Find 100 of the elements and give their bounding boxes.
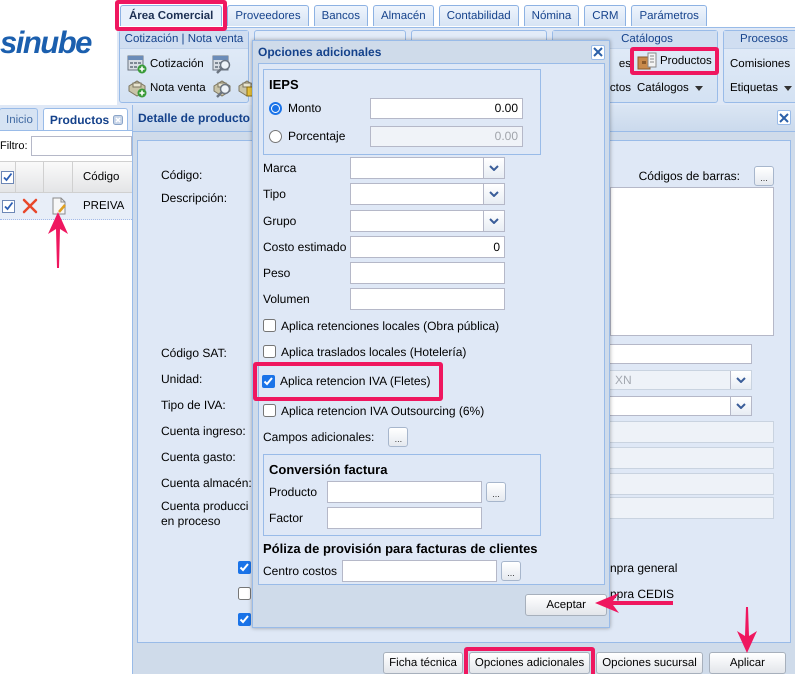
ribbon-button[interactable]: Cotización (125, 54, 206, 74)
menu-tab[interactable]: Almacén (372, 5, 434, 26)
filter-label: Filtro: (0, 140, 28, 152)
caret-icon (694, 86, 703, 90)
input-field[interactable] (342, 560, 497, 582)
input-field[interactable] (350, 288, 505, 310)
field-label: Marca (263, 161, 298, 176)
checkbox-label: Aplica traslados locales (Hotelería) (281, 344, 466, 359)
ellipsis-button[interactable]: ... (388, 426, 408, 447)
input-field[interactable]: 0.00 (370, 98, 523, 118)
ribbon-button[interactable]: Catálogos (635, 82, 705, 94)
checkbox[interactable] (263, 345, 276, 358)
menu-tab[interactable]: Bancos (314, 5, 368, 26)
field-label: Código: (161, 168, 204, 183)
checkbox-label: npra general (610, 560, 678, 574)
checkbox-label: Aplica retencion IVA (Fletes) (280, 374, 431, 388)
field-label: Descripción: (161, 190, 228, 206)
calculator-search-icon[interactable] (212, 54, 232, 74)
dropdown-field[interactable] (350, 210, 505, 232)
dropdown-field[interactable] (350, 183, 505, 206)
field-label: Producto (269, 484, 318, 498)
grid-row[interactable]: PREIVA (0, 193, 132, 220)
ellipsis-button[interactable]: ... (486, 482, 506, 502)
logo: sinube (0, 25, 91, 61)
group-title: Procesos (724, 31, 795, 49)
radio-button[interactable] (269, 130, 282, 142)
close-icon (593, 47, 603, 57)
field-label: Tipo (263, 187, 287, 202)
box-icon (637, 52, 657, 70)
action-button[interactable]: Opciones sucursal (596, 652, 703, 674)
radio-label: Monto (288, 101, 322, 115)
field-label: Tipo de IVA: (161, 398, 227, 413)
caret-icon (784, 86, 792, 90)
field-label: Código SAT: (161, 346, 228, 361)
checkbox[interactable] (263, 404, 276, 418)
ribbon-button[interactable]: Etiquetas (728, 82, 794, 94)
menu-tab[interactable]: Área Comercial (120, 5, 222, 26)
menu-tab[interactable]: Parámetros (631, 5, 707, 26)
ribbon-button[interactable]: Comisiones (728, 58, 792, 70)
checkbox[interactable] (263, 319, 276, 332)
field-label: Cuenta almacén: (161, 476, 253, 491)
checkbox[interactable] (1, 170, 14, 184)
field-label: Unidad: (161, 372, 204, 387)
input-field[interactable]: 0 (350, 236, 505, 258)
ellipsis-button[interactable]: ... (501, 561, 521, 582)
field-label: Volumen (263, 292, 311, 306)
delete-icon[interactable] (22, 198, 38, 214)
ribbon-button[interactable]: ctos (610, 82, 631, 94)
field-label: Campos adicionales: (263, 430, 374, 444)
input-field[interactable] (327, 506, 482, 528)
close-button[interactable] (777, 110, 791, 126)
field-label: Cuenta gasto: (161, 450, 237, 465)
dropdown-field[interactable] (350, 157, 505, 180)
radio-button[interactable] (269, 102, 282, 114)
panel-tab[interactable]: Productos (42, 108, 128, 130)
input-field[interactable] (327, 480, 482, 502)
checkbox[interactable] (238, 587, 251, 600)
field-label: Peso (263, 266, 292, 280)
menu-tab[interactable]: Nómina (524, 5, 580, 26)
close-icon (779, 112, 789, 123)
ribbon-button[interactable]: Productos (635, 52, 714, 70)
dialog-title: Opciones adicionales (258, 45, 382, 59)
menu-tab[interactable]: Contabilidad (438, 5, 519, 26)
checkbox[interactable] (2, 200, 14, 212)
filter-field[interactable] (30, 136, 132, 156)
checkbox[interactable] (238, 613, 251, 626)
checkbox-label: Aplica retencion IVA Outsourcing (6%) (281, 404, 484, 418)
checkbox[interactable] (238, 561, 251, 574)
ribbon-button[interactable]: Nota venta (125, 78, 208, 98)
action-button[interactable]: Aplicar (708, 652, 786, 674)
panel-tab[interactable]: Inicio (0, 108, 38, 130)
accept-button[interactable]: Aceptar (525, 594, 607, 616)
section-title: Póliza de provisión para facturas de clientes (263, 540, 539, 558)
group-title: Cotización | Nota venta (120, 31, 248, 49)
action-button[interactable]: Opciones adicionales (468, 652, 590, 674)
checkbox[interactable] (262, 374, 275, 388)
edit-document-icon[interactable] (50, 197, 66, 215)
ellipsis-button[interactable]: ... (754, 166, 774, 186)
menu-tab[interactable]: Proveedores (227, 5, 309, 26)
register-search-icon[interactable] (212, 78, 232, 98)
panel-title: Detalle de producto (138, 110, 250, 125)
field-label: Centro costos (263, 564, 338, 578)
field-label: Factor (269, 510, 304, 524)
field-label: Cuenta producci en proceso (161, 498, 250, 528)
menu-tab[interactable]: CRM (584, 5, 626, 26)
radio-label: Porcentaje (288, 129, 346, 143)
calculator-add-icon (127, 54, 147, 74)
input-field[interactable] (350, 262, 505, 284)
field-label: Grupo (263, 214, 298, 228)
close-button[interactable] (591, 44, 605, 60)
register-add-icon (127, 78, 147, 98)
column-header[interactable]: Código (83, 171, 120, 183)
table-cell: PREIVA (83, 200, 124, 212)
checkbox-label: Aplica retenciones locales (Obra pública) (281, 318, 500, 333)
section-title: Conversión factura (269, 460, 388, 478)
ribbon-button[interactable]: es (618, 58, 631, 70)
close-icon[interactable] (113, 114, 124, 124)
text-area[interactable] (610, 186, 774, 336)
action-button[interactable]: Ficha técnica (383, 652, 463, 674)
field-label: Cuenta ingreso: (161, 424, 247, 439)
